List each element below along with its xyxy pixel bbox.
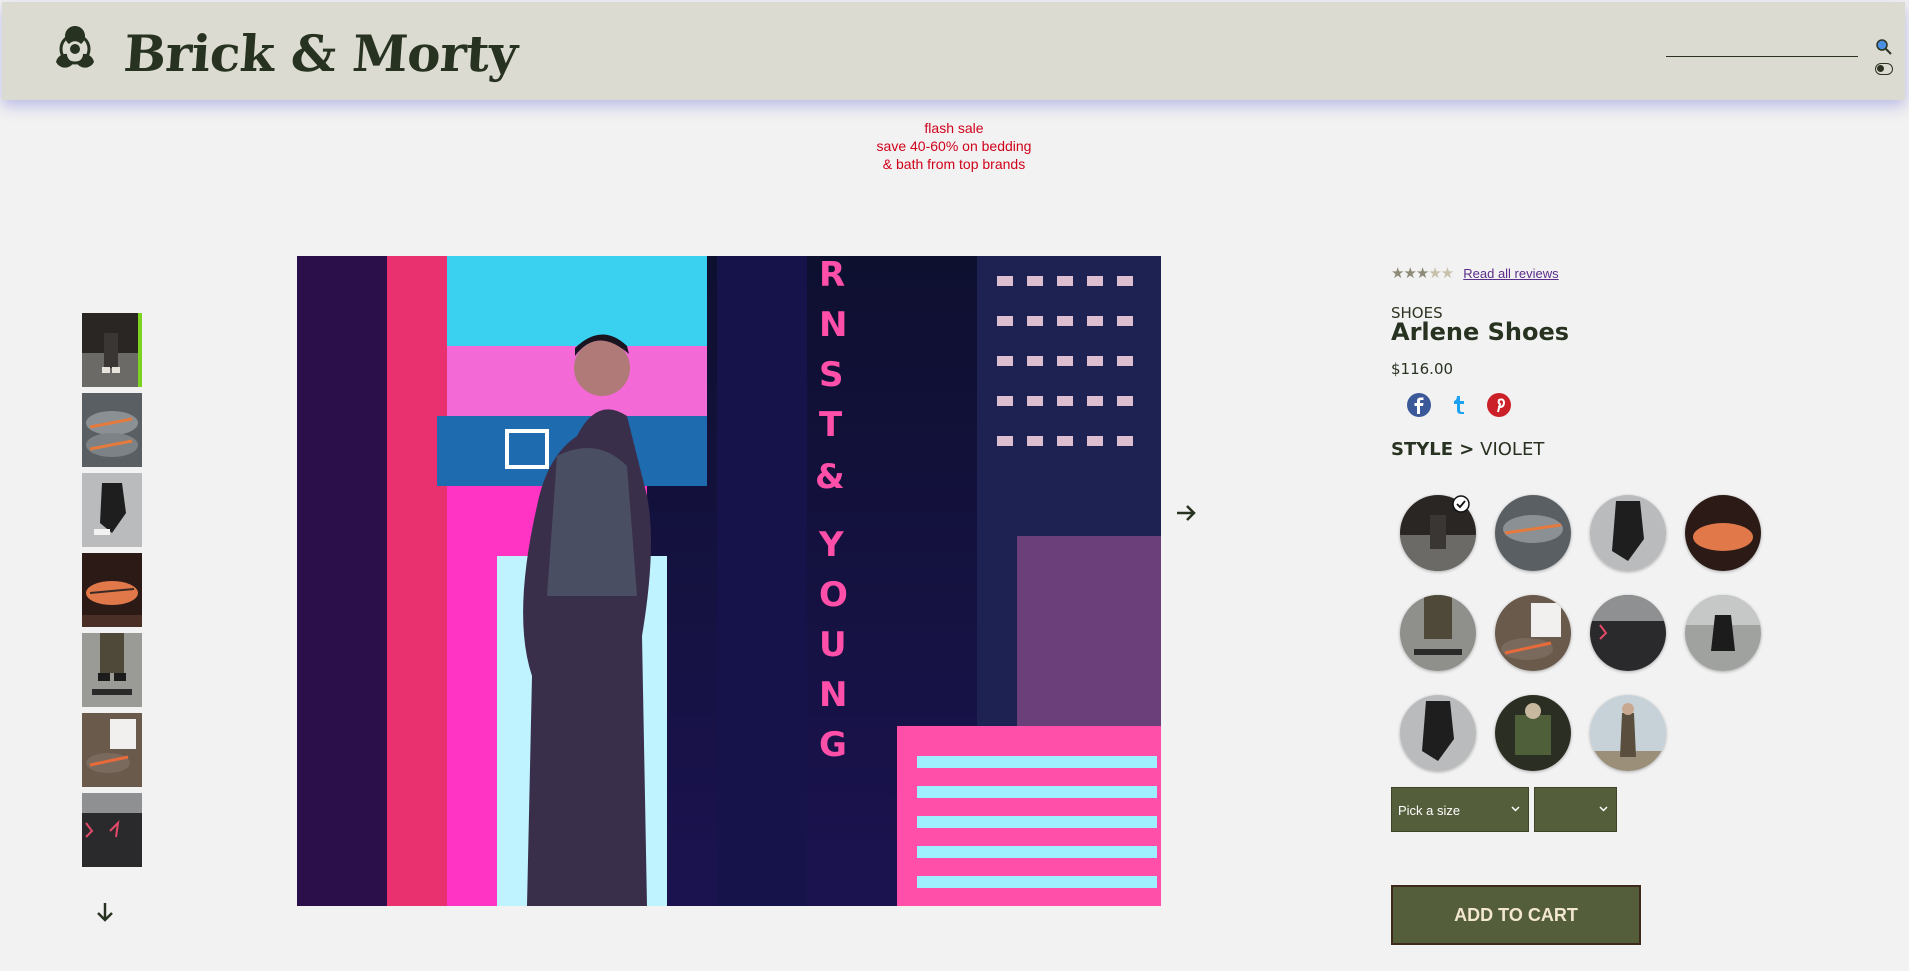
svg-text:S: S <box>819 355 844 395</box>
style-swatch-2[interactable] <box>1495 495 1571 571</box>
theme-toggle[interactable] <box>1875 63 1893 75</box>
tumblr-icon[interactable] <box>1446 392 1472 418</box>
add-to-cart-button[interactable]: ADD TO CART <box>1391 885 1641 945</box>
size-select[interactable]: Pick a size <box>1391 787 1529 832</box>
chevron-down-icon <box>1599 806 1608 812</box>
style-swatch-4[interactable] <box>1685 495 1761 571</box>
svg-text:T: T <box>819 405 843 445</box>
pinterest-icon[interactable] <box>1486 392 1512 418</box>
promo-line-2: save 40-60% on bedding <box>876 138 1032 154</box>
main-image-art: R N S T & Y O U N G <box>297 256 1161 906</box>
thumbnail-list <box>82 313 144 873</box>
style-swatch-11[interactable] <box>1590 695 1666 771</box>
style-swatch-7[interactable] <box>1590 595 1666 671</box>
arrow-down-icon[interactable] <box>94 901 116 923</box>
rating-row: ★★★★★ Read all reviews <box>1391 264 1559 282</box>
facebook-icon[interactable] <box>1406 392 1432 418</box>
style-swatch-5[interactable] <box>1400 595 1476 671</box>
product-price: $116.00 <box>1391 360 1454 378</box>
thumbnail-5[interactable] <box>82 633 142 707</box>
quantity-select[interactable] <box>1534 787 1617 832</box>
thumbnail-1[interactable] <box>82 313 142 387</box>
size-select-value: Pick a size <box>1398 803 1461 818</box>
svg-text:R: R <box>819 256 845 295</box>
rating-stars: ★★★★★ <box>1391 264 1454 282</box>
promo-line-3: & bath from top brands <box>882 156 1026 172</box>
biohazard-icon[interactable] <box>46 20 104 78</box>
thumbnail-6[interactable] <box>82 713 142 787</box>
svg-text:Y: Y <box>818 525 844 565</box>
site-header: Brick & Morty <box>2 2 1905 100</box>
promo-line-1: flash sale <box>924 120 984 136</box>
style-swatch-6[interactable] <box>1495 595 1571 671</box>
svg-text:G: G <box>819 725 847 765</box>
search-input[interactable] <box>1666 55 1858 57</box>
svg-text:O: O <box>819 575 848 615</box>
thumbnail-7[interactable] <box>82 793 142 867</box>
social-share <box>1406 392 1512 418</box>
style-selector-label: STYLE > VIOLET <box>1391 439 1544 460</box>
read-reviews-link[interactable]: Read all reviews <box>1463 266 1558 281</box>
brand-name[interactable]: Brick & Morty <box>122 24 519 83</box>
star-icon: ★★★ <box>1391 264 1429 282</box>
search-icon[interactable] <box>1875 38 1893 56</box>
style-swatch-3[interactable] <box>1590 495 1666 571</box>
toggle-knob <box>1877 65 1884 72</box>
arrow-right-icon[interactable] <box>1174 501 1198 525</box>
svg-text:&: & <box>815 457 845 497</box>
style-swatch-8[interactable] <box>1685 595 1761 671</box>
main-product-image[interactable]: R N S T & Y O U N G <box>297 256 1161 906</box>
style-swatch-10[interactable] <box>1495 695 1571 771</box>
thumbnail-4[interactable] <box>82 553 142 627</box>
style-label: STYLE > <box>1391 439 1475 460</box>
style-swatch-9[interactable] <box>1400 695 1476 771</box>
style-swatches <box>1400 495 1800 771</box>
svg-text:U: U <box>819 625 847 665</box>
selected-check-icon <box>1452 495 1470 513</box>
svg-text:N: N <box>819 675 847 715</box>
svg-text:N: N <box>819 305 847 345</box>
thumbnail-2[interactable] <box>82 393 142 467</box>
style-value: VIOLET <box>1480 439 1545 460</box>
promo-banner: flash sale save 40-60% on bedding & bath… <box>830 119 1078 173</box>
chevron-down-icon <box>1511 806 1520 812</box>
star-empty-icon: ★★ <box>1428 264 1454 282</box>
product-name: Arlene Shoes <box>1391 318 1570 346</box>
thumbnail-3[interactable] <box>82 473 142 547</box>
